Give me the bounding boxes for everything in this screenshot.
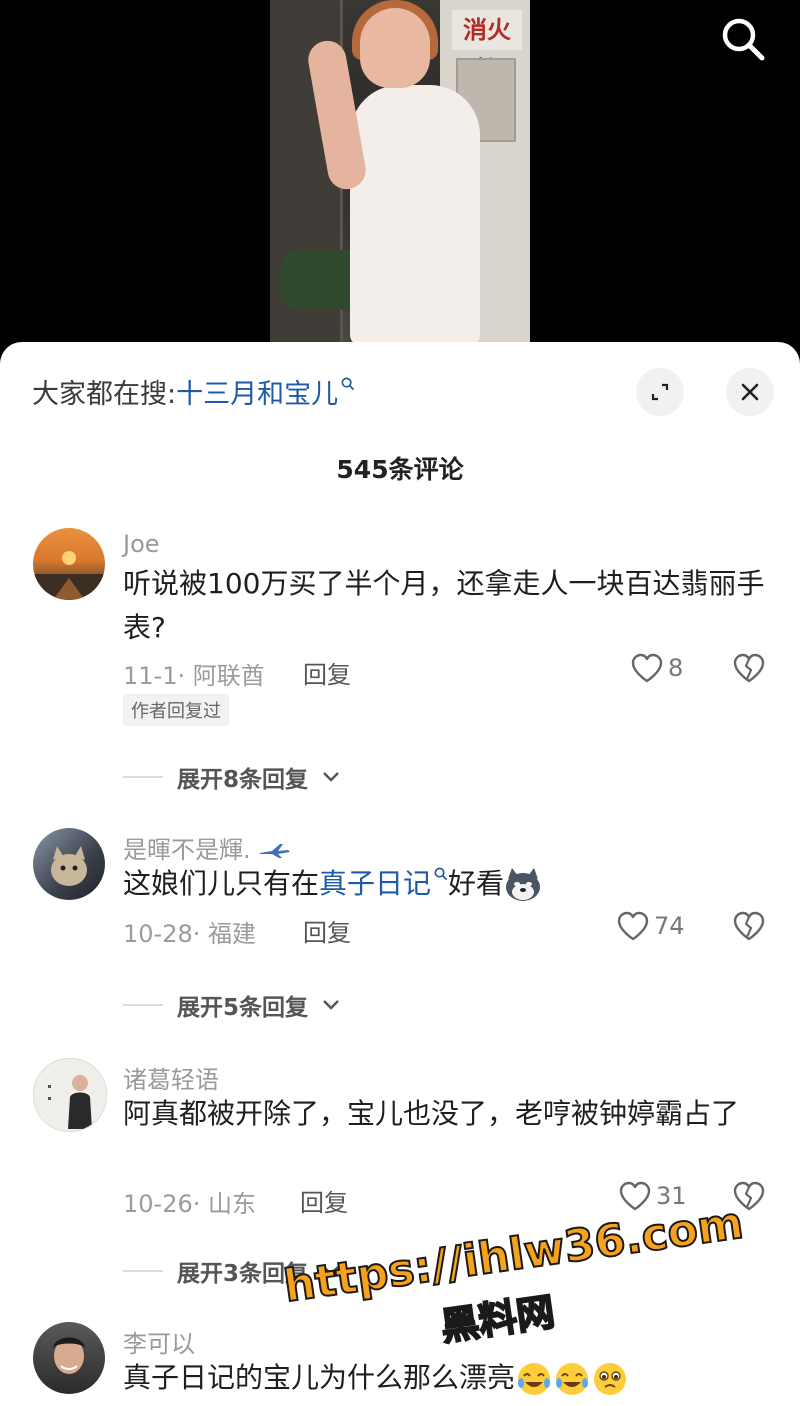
broken-heart-icon bbox=[733, 911, 765, 941]
comment-username[interactable]: Joe bbox=[123, 530, 160, 558]
comment-meta: 10-28· 福建 bbox=[123, 920, 256, 948]
husky-emoji-icon bbox=[506, 868, 541, 901]
video-player[interactable]: 消火栓 bbox=[0, 0, 800, 345]
divider-line bbox=[123, 776, 163, 778]
cat-avatar-image bbox=[51, 846, 87, 886]
video-person-face bbox=[360, 8, 430, 88]
crying-laughing-emoji-icon bbox=[518, 1363, 551, 1395]
search-suggestion-term[interactable]: 十三月和宝儿 bbox=[176, 379, 338, 410]
heart-icon bbox=[617, 911, 649, 941]
sunset-avatar-image bbox=[33, 551, 105, 600]
comment-item: Joe 听说被100万买了半个月，还拿走人一块百达翡丽手表? 11-1· 阿联酋… bbox=[0, 522, 800, 794]
expand-replies-label: 展开3条回复 bbox=[177, 1261, 309, 1287]
crying-laughing-emoji-icon bbox=[556, 1363, 589, 1395]
video-person-body bbox=[350, 85, 480, 345]
comment-text-part: 这娘们儿只有在 bbox=[123, 867, 320, 900]
reply-button[interactable]: 回复 bbox=[303, 655, 351, 690]
expand-button[interactable] bbox=[636, 368, 684, 416]
avatar[interactable] bbox=[33, 1058, 107, 1132]
divider-line bbox=[123, 1004, 163, 1006]
broken-heart-icon bbox=[733, 653, 765, 683]
small-search-icon bbox=[341, 377, 355, 390]
expand-replies-label: 展开5条回复 bbox=[177, 995, 309, 1021]
comment-item: 诸葛轻语 阿真都被开除了，宝儿也没了，老哼被钟婷霸占了 10-26· 山东 回复… bbox=[0, 1052, 800, 1292]
broken-heart-icon bbox=[733, 1181, 765, 1211]
comment-username[interactable]: 是暉不是輝. bbox=[123, 830, 292, 865]
comments-count: 545条评论 bbox=[336, 455, 464, 484]
comment-meta: 10-26· 山东 bbox=[123, 1190, 256, 1218]
comment-text: 真子日记的宝儿为什么那么漂亮 bbox=[123, 1356, 773, 1400]
heart-icon bbox=[631, 653, 663, 683]
holding-back-tears-emoji-icon bbox=[594, 1363, 627, 1395]
search-icon bbox=[722, 18, 765, 61]
dislike-button[interactable] bbox=[732, 652, 766, 687]
small-search-icon bbox=[434, 867, 447, 880]
airplane-icon bbox=[260, 844, 291, 858]
avatar[interactable] bbox=[33, 1322, 105, 1394]
heart-icon bbox=[619, 1181, 651, 1211]
like-button[interactable]: 74 bbox=[616, 910, 685, 942]
expand-replies-button[interactable]: 展开8条回复 bbox=[123, 760, 340, 794]
chevron-down-icon bbox=[323, 1000, 339, 1010]
chevron-down-icon bbox=[323, 772, 339, 782]
comment-text: 这娘们儿只有在真子日记 好看 bbox=[123, 862, 773, 906]
divider-line bbox=[123, 1270, 163, 1272]
close-button[interactable] bbox=[726, 368, 774, 416]
dislike-button[interactable] bbox=[732, 1180, 766, 1215]
comment-search-link[interactable]: 真子日记 bbox=[319, 867, 431, 900]
video-frame: 消火栓 bbox=[270, 0, 530, 345]
video-fire-hydrant-sign: 消火栓 bbox=[452, 10, 522, 84]
like-count: 8 bbox=[668, 654, 684, 682]
comment-text: 听说被100万买了半个月，还拿走人一块百达翡丽手表? bbox=[123, 567, 765, 644]
comment-username[interactable]: 诸葛轻语 bbox=[123, 1060, 219, 1095]
chevron-down-icon bbox=[323, 1266, 339, 1276]
comment-text-part: 真子日记的宝儿为什么那么漂亮 bbox=[123, 1361, 516, 1394]
like-count: 74 bbox=[654, 912, 685, 940]
comment-username-text: 是暉不是輝. bbox=[123, 836, 251, 864]
like-button[interactable]: 31 bbox=[618, 1180, 687, 1212]
avatar[interactable] bbox=[33, 828, 105, 900]
expand-replies-button[interactable]: 展开3条回复 bbox=[123, 1254, 340, 1288]
expand-icon bbox=[651, 383, 669, 401]
like-button[interactable]: 8 bbox=[630, 652, 683, 684]
comment-text: 阿真都被开除了，宝儿也没了，老哼被钟婷霸占了 bbox=[123, 1097, 740, 1130]
comment-username[interactable]: 李可以 bbox=[123, 1324, 195, 1359]
comments-sheet: 大家都在搜:十三月和宝儿 545条评论 Joe 听说被100万买了半个月，还拿走… bbox=[0, 342, 800, 1406]
portrait-avatar-image bbox=[48, 1075, 92, 1129]
like-count: 31 bbox=[656, 1182, 687, 1210]
author-replied-badge: 作者回复过 bbox=[123, 694, 229, 726]
expand-replies-label: 展开8条回复 bbox=[177, 767, 309, 793]
reply-button[interactable]: 回复 bbox=[300, 1183, 348, 1218]
search-suggestion[interactable]: 大家都在搜:十三月和宝儿 bbox=[32, 372, 355, 411]
search-suggestion-prefix: 大家都在搜: bbox=[32, 379, 177, 410]
dislike-button[interactable] bbox=[732, 910, 766, 945]
comment-item: 是暉不是輝. 这娘们儿只有在真子日记 好看 10-28· 福建 回复 74 展开… bbox=[0, 822, 800, 1022]
expand-replies-button[interactable]: 展开5条回复 bbox=[123, 988, 340, 1022]
search-button[interactable] bbox=[716, 12, 772, 68]
close-icon bbox=[741, 383, 759, 401]
comment-meta: 11-1· 阿联酋 bbox=[123, 662, 265, 690]
sheet-header: 大家都在搜:十三月和宝儿 bbox=[0, 342, 800, 442]
comment-text-part: 好看 bbox=[448, 867, 505, 900]
avatar[interactable] bbox=[33, 528, 105, 600]
comment-item: 李可以 真子日记的宝儿为什么那么漂亮 bbox=[0, 1316, 800, 1406]
person-avatar-image bbox=[53, 1337, 85, 1374]
reply-button[interactable]: 回复 bbox=[303, 913, 351, 948]
